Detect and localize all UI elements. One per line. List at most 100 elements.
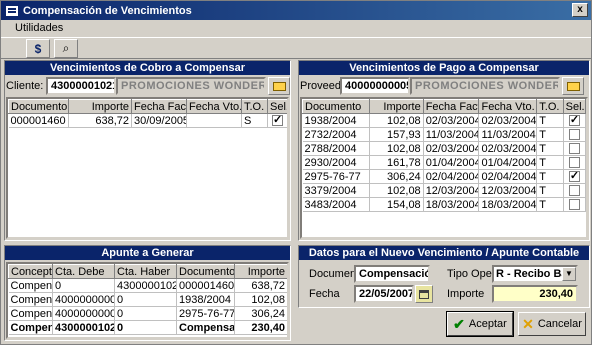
total-row[interactable]: Compen430000010210Compensa230,40 <box>8 320 287 335</box>
documento-input[interactable]: Compensación <box>354 265 430 283</box>
table-row[interactable]: Compensa043000001021000001460638,72 <box>8 278 287 293</box>
select-checkbox[interactable] <box>568 114 580 127</box>
fecha-fact-cell: 02/04/2004 <box>423 169 480 184</box>
binoculars-icon[interactable]: ⌕ <box>54 39 78 58</box>
select-checkbox[interactable] <box>568 157 580 169</box>
aceptar-button[interactable]: ✔ Aceptar <box>446 311 514 337</box>
to-cell: T <box>536 141 564 156</box>
proveedor-code-input[interactable]: 40000000005 <box>340 77 410 95</box>
select-checkbox[interactable] <box>568 143 580 155</box>
column-header[interactable]: Cta. Debe <box>52 264 115 279</box>
money-icon[interactable]: $ <box>26 39 50 58</box>
table-row[interactable]: 2930/2004 161,78 01/04/2004 01/04/2004 T <box>302 155 586 170</box>
app-icon <box>5 4 19 17</box>
toolbar: $ ⌕ <box>1 37 591 59</box>
column-header[interactable]: Documento <box>176 264 235 279</box>
column-header[interactable]: Fecha Vto. <box>478 99 538 114</box>
close-button[interactable]: x <box>572 3 588 17</box>
proveedor-lookup-button[interactable] <box>562 77 584 95</box>
menu-utilidades[interactable]: Utilidades <box>13 20 65 36</box>
table-row[interactable]: 3483/2004 154,08 18/03/2004 18/03/2004 T <box>302 197 586 212</box>
documento-cell: 000001460 <box>176 278 235 293</box>
importe-input[interactable]: 230,40 <box>492 285 578 303</box>
documento-cell: 3379/2004 <box>302 183 370 198</box>
pago-header: Vencimientos de Pago a Compensar <box>299 61 589 75</box>
sel-cell <box>563 155 586 170</box>
to-cell: T <box>536 183 564 198</box>
concepto-cell: Compensa <box>8 292 53 307</box>
column-header[interactable]: Fecha Vto. <box>186 99 242 114</box>
select-checkbox[interactable] <box>568 129 580 141</box>
column-header[interactable]: Importe <box>234 264 287 279</box>
select-checkbox[interactable] <box>568 170 580 183</box>
table-row[interactable]: 3379/2004 102,08 12/03/2004 12/03/2004 T <box>302 183 586 198</box>
fecha-vto-cell: 11/03/2004 <box>478 127 538 142</box>
to-cell: T <box>536 169 564 184</box>
select-checkbox[interactable] <box>568 199 580 211</box>
fecha-vto-cell: 01/04/2004 <box>478 155 538 170</box>
fecha-vto-cell <box>186 113 242 128</box>
column-header[interactable]: Cta. Haber <box>114 264 177 279</box>
documento-cell: 2975-76-77 <box>176 306 235 321</box>
importe-cell: 102,08 <box>369 141 424 156</box>
cliente-name-field: PROMOCIONES WONDERFUL <box>116 77 266 95</box>
cliente-row: Cliente: 43000001021 PROMOCIONES WONDERF… <box>6 77 290 95</box>
cancel-x-icon: ✕ <box>522 315 534 332</box>
cta-haber-cell: 0 <box>114 292 177 307</box>
column-header[interactable]: Fecha Fact. <box>422 99 480 114</box>
documento-cell: 1938/2004 <box>302 113 370 128</box>
folder-icon <box>566 81 580 91</box>
fecha-input[interactable]: 22/05/2007 <box>354 285 414 303</box>
fecha-fact-cell: 18/03/2004 <box>423 197 480 212</box>
column-header[interactable]: T.O. <box>241 99 268 114</box>
cliente-code-input[interactable]: 43000001021 <box>46 77 116 95</box>
table-row[interactable]: 1938/2004 102,08 02/03/2004 02/03/2004 T <box>302 113 586 128</box>
tipo-oper-label: Tipo Oper. <box>447 268 498 280</box>
column-header[interactable]: Fecha Fact. <box>131 99 187 114</box>
client-lookup-button[interactable] <box>268 77 290 95</box>
cancelar-button[interactable]: ✕ Cancelar <box>518 312 586 336</box>
table-row[interactable]: 2732/2004 157,93 11/03/2004 11/03/2004 T <box>302 127 586 142</box>
fecha-fact-cell: 12/03/2004 <box>423 183 480 198</box>
table-row[interactable]: Compensa4000000000502975-76-77306,24 <box>8 306 287 321</box>
fecha-vto-cell: 02/03/2004 <box>478 113 538 128</box>
pago-grid[interactable]: Documento Importe Fecha Fact. Fecha Vto. T.O… <box>300 97 588 239</box>
table-row[interactable]: 000001460 638,72 30/09/2005 S <box>8 113 287 128</box>
cta-debe-cell: 0 <box>52 278 115 293</box>
chevron-down-icon[interactable]: ▼ <box>562 267 576 281</box>
cobro-header: Vencimientos de Cobro a Compensar <box>5 61 290 75</box>
select-checkbox[interactable] <box>272 114 283 127</box>
column-header[interactable]: Concepto <box>8 264 53 279</box>
documento-cell: Compensa <box>176 320 235 335</box>
documento-cell: 2975-76-77 <box>302 169 370 184</box>
column-header[interactable]: Importe <box>68 99 132 114</box>
sel-cell <box>563 183 586 198</box>
to-cell: T <box>536 113 564 128</box>
table-row[interactable]: Compensa4000000000501938/2004102,08 <box>8 292 287 307</box>
folder-icon <box>272 81 286 91</box>
window-title: Compensación de Vencimientos <box>23 4 192 17</box>
pago-panel: Vencimientos de Pago a Compensar Proveed… <box>298 60 590 241</box>
column-header[interactable]: Importe <box>368 99 424 114</box>
column-header[interactable]: Sel. <box>562 99 586 114</box>
column-header[interactable]: Documento <box>8 99 69 114</box>
select-checkbox[interactable] <box>568 185 580 197</box>
calendar-icon <box>419 289 429 299</box>
column-header[interactable]: Documento <box>302 99 370 114</box>
column-header[interactable]: Sel. <box>267 99 287 114</box>
table-row[interactable]: 2975-76-77 306,24 02/04/2004 02/04/2004 T <box>302 169 586 184</box>
tipo-oper-select[interactable]: R - Recibo Ban ▼ <box>492 265 578 283</box>
calendar-button[interactable] <box>415 285 433 303</box>
fecha-vto-cell: 02/04/2004 <box>478 169 538 184</box>
importe-cell: 102,08 <box>369 113 424 128</box>
to-cell: T <box>536 197 564 212</box>
cobro-grid[interactable]: Documento Importe Fecha Fact. Fecha Vto. T.O… <box>6 97 289 239</box>
nuevo-header: Datos para el Nuevo Vencimiento / Apunte… <box>299 246 589 260</box>
table-row[interactable]: 2788/2004 102,08 02/03/2004 02/03/2004 T <box>302 141 586 156</box>
importe-cell: 154,08 <box>369 197 424 212</box>
column-header[interactable]: T.O. <box>536 99 564 114</box>
apunte-grid[interactable]: ConceptoCta. DebeCta. HaberDocumentoImpo… <box>6 262 289 339</box>
fecha-fact-cell: 01/04/2004 <box>423 155 480 170</box>
importe-cell: 230,40 <box>234 320 287 335</box>
fecha-fact-cell: 02/03/2004 <box>423 141 480 156</box>
